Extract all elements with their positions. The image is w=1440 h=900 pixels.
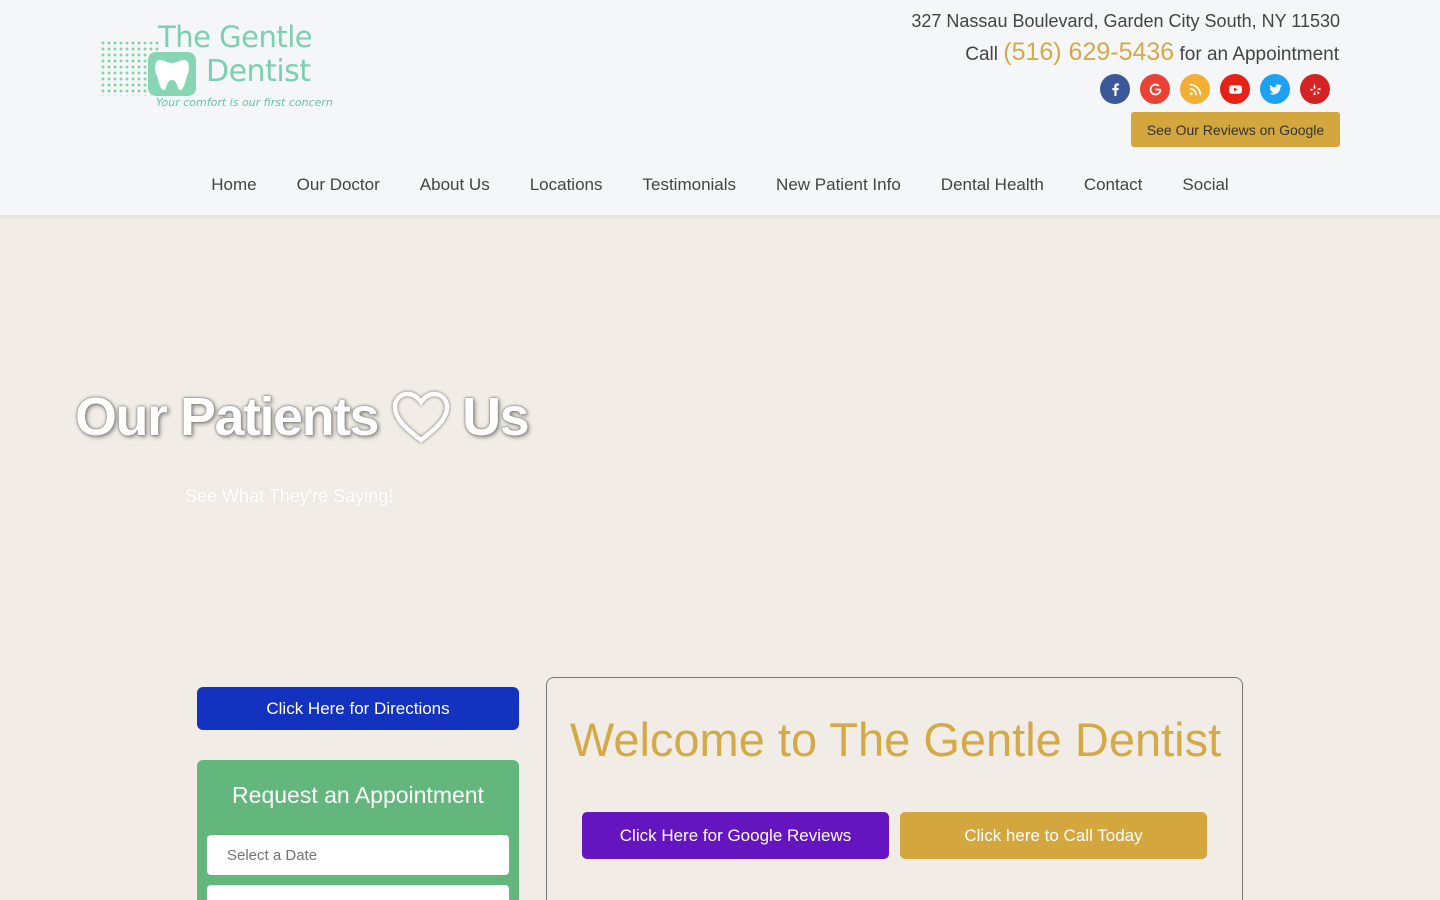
heart-icon xyxy=(390,389,452,445)
tooth-icon xyxy=(148,52,196,96)
logo-line2: Dentist xyxy=(206,54,311,89)
logo-line1: The Gentle xyxy=(158,20,313,54)
logo-tagline: Your comfort is our first concern xyxy=(156,96,333,109)
appointment-form: Request an Appointment xyxy=(197,760,519,900)
nav-contact[interactable]: Contact xyxy=(1064,172,1163,198)
google-reviews-top-button[interactable]: See Our Reviews on Google xyxy=(1131,112,1340,147)
hero-title: Our Patients Us xyxy=(75,386,530,448)
nav-new-patient-info[interactable]: New Patient Info xyxy=(756,172,921,198)
yelp-icon[interactable] xyxy=(1300,74,1330,104)
nav-locations[interactable]: Locations xyxy=(510,172,623,198)
google-reviews-button[interactable]: Click Here for Google Reviews xyxy=(582,812,889,859)
appointment-title: Request an Appointment xyxy=(232,782,484,808)
google-icon[interactable] xyxy=(1140,74,1170,104)
nav-social[interactable]: Social xyxy=(1162,172,1248,198)
hero-title-before: Our Patients xyxy=(75,387,380,447)
address: 327 Nassau Boulevard, Garden City South,… xyxy=(911,11,1340,31)
call-today-button[interactable]: Click here to Call Today xyxy=(900,812,1207,859)
site-header: The Gentle Dentist Your comfort is our f… xyxy=(0,0,1440,215)
welcome-box: Welcome to The Gentle Dentist Click Here… xyxy=(546,677,1243,900)
hero-title-after: Us xyxy=(462,387,530,447)
nav-testimonials[interactable]: Testimonials xyxy=(623,172,757,198)
twitter-icon[interactable] xyxy=(1260,74,1290,104)
social-links xyxy=(1100,74,1330,104)
youtube-icon[interactable] xyxy=(1220,74,1250,104)
date-input[interactable] xyxy=(207,835,509,875)
appointment-next-field[interactable] xyxy=(207,885,509,900)
welcome-title: Welcome to The Gentle Dentist xyxy=(569,713,1222,766)
nav-about-us[interactable]: About Us xyxy=(400,172,510,198)
main-nav: Home Our Doctor About Us Locations Testi… xyxy=(0,172,1440,198)
rss-icon[interactable] xyxy=(1180,74,1210,104)
call-prefix: Call xyxy=(965,44,998,65)
hero-subtitle[interactable]: See What They're Saying! xyxy=(185,486,393,507)
facebook-icon[interactable] xyxy=(1100,74,1130,104)
phone-link[interactable]: (516) 629-5436 xyxy=(1003,38,1174,66)
site-logo[interactable]: The Gentle Dentist Your comfort is our f… xyxy=(100,20,340,112)
nav-our-doctor[interactable]: Our Doctor xyxy=(277,172,400,198)
call-line: Call (516) 629-5436 for an Appointment xyxy=(965,38,1339,67)
call-suffix: for an Appointment xyxy=(1179,44,1340,65)
nav-dental-health[interactable]: Dental Health xyxy=(921,172,1064,198)
nav-home[interactable]: Home xyxy=(191,172,276,198)
directions-button[interactable]: Click Here for Directions xyxy=(197,687,519,730)
